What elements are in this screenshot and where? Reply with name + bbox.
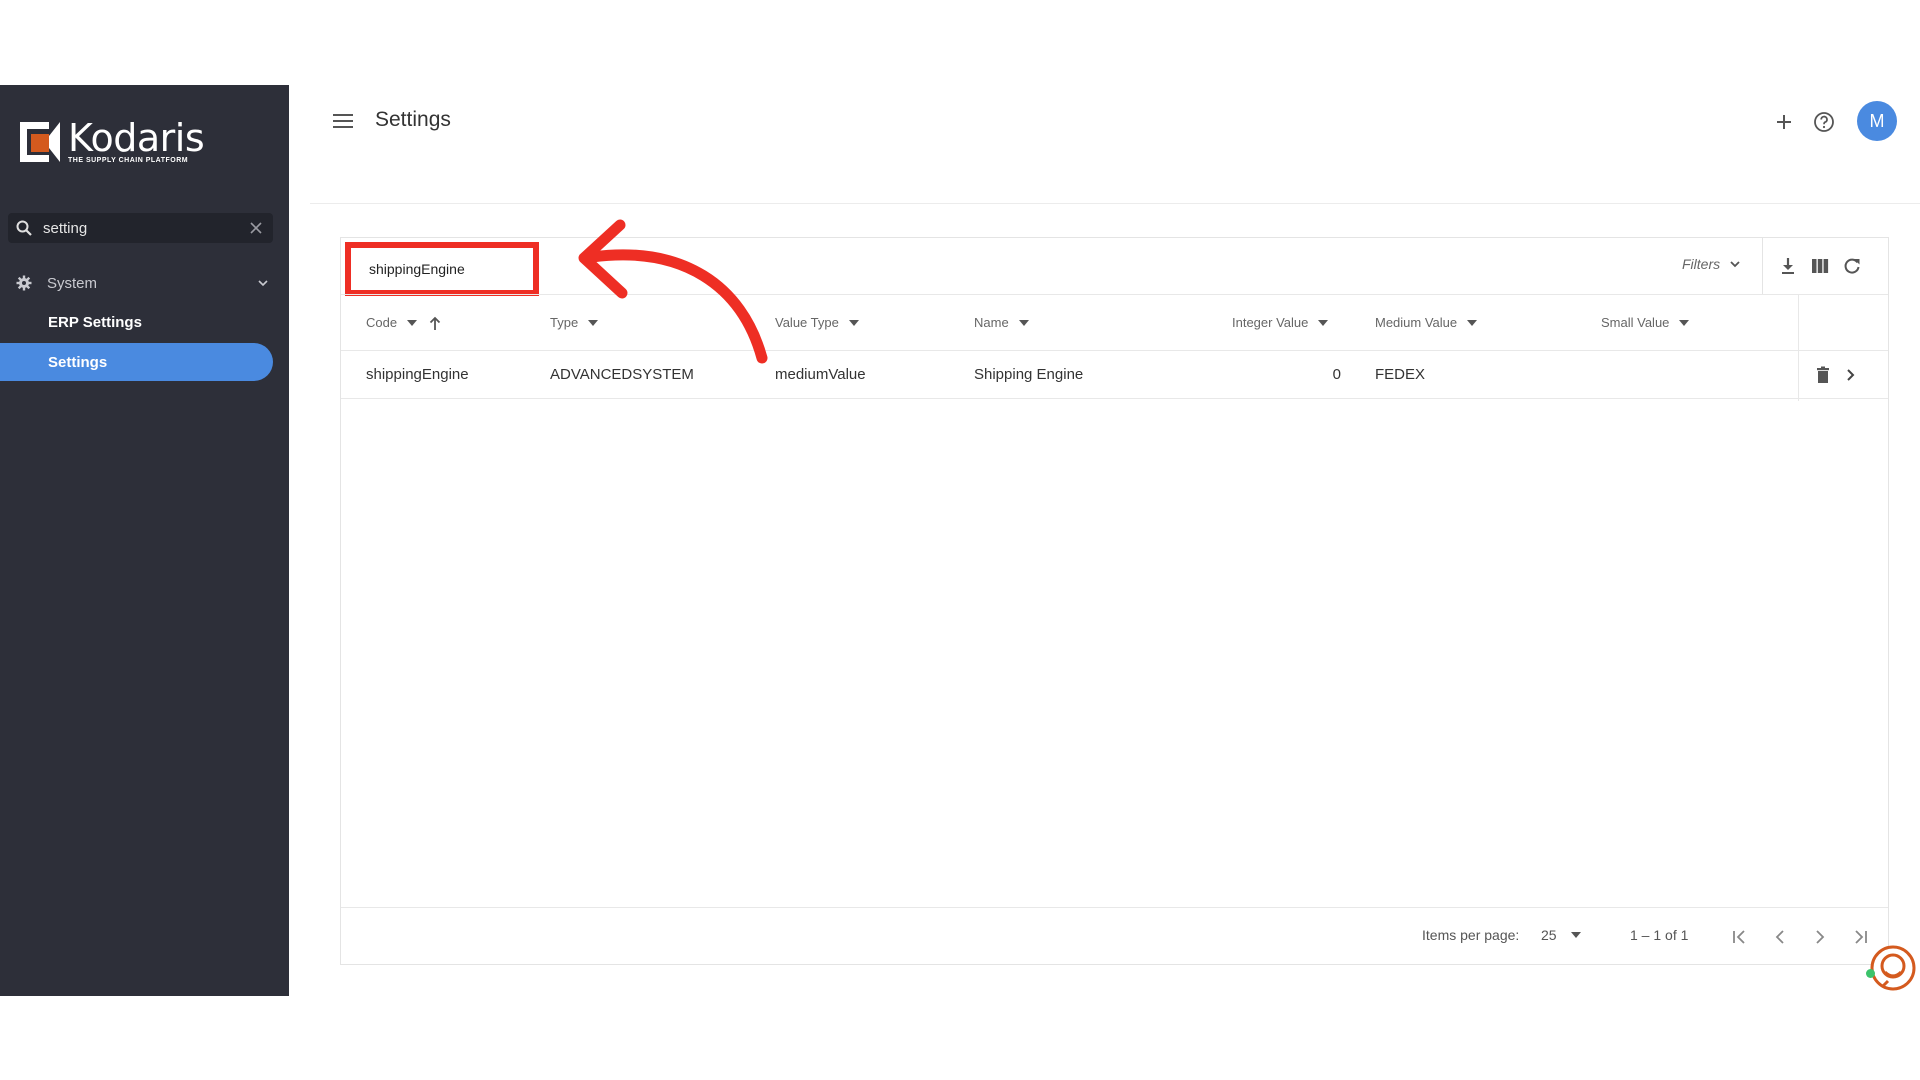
sidebar-item-settings[interactable]: Settings — [0, 343, 273, 381]
next-page-icon[interactable] — [1810, 927, 1830, 947]
filters-label: Filters — [1682, 256, 1721, 272]
menu-icon[interactable] — [333, 113, 353, 129]
logo-text: Kodaris THE SUPPLY CHAIN PLATFORM — [68, 116, 205, 164]
arrow-up-icon — [429, 316, 441, 330]
sidebar: Kodaris THE SUPPLY CHAIN PLATFORM settin… — [0, 85, 289, 996]
cell-code: shippingEngine — [366, 366, 469, 383]
sort-caret-icon — [1467, 319, 1478, 326]
kodaris-logo[interactable]: Kodaris THE SUPPLY CHAIN PLATFORM — [18, 116, 205, 164]
column-header-label: Name — [974, 315, 1009, 330]
chevron-down-icon — [1730, 261, 1740, 268]
chat-icon[interactable] — [1870, 945, 1916, 991]
sidebar-search[interactable]: setting — [8, 213, 273, 243]
items-per-page-value: 25 — [1541, 927, 1557, 943]
sort-caret-icon — [1570, 932, 1581, 938]
column-header-integer-value[interactable]: Integer Value — [1232, 315, 1329, 330]
cell-integer-value: 0 — [1332, 366, 1341, 383]
help-icon[interactable] — [1813, 111, 1835, 133]
column-header-value-type[interactable]: Value Type — [775, 315, 859, 330]
sidebar-group-label: System — [47, 274, 98, 292]
sidebar-item-label: ERP Settings — [48, 313, 142, 331]
download-icon[interactable] — [1778, 256, 1798, 276]
toolbar-divider — [1762, 238, 1763, 294]
last-page-icon[interactable] — [1850, 927, 1870, 947]
sort-caret-icon — [1318, 319, 1329, 326]
plus-icon[interactable] — [1773, 111, 1795, 133]
actions-column-divider — [1798, 294, 1799, 401]
column-header-small-value[interactable]: Small Value — [1601, 315, 1690, 330]
chevron-right-icon[interactable] — [1841, 365, 1861, 385]
sidebar-item-erp-settings[interactable]: ERP Settings — [0, 303, 273, 341]
column-header-label: Code — [366, 315, 398, 330]
sort-caret-icon — [1018, 319, 1029, 326]
items-per-page-label: Items per page: — [1422, 927, 1520, 943]
annotation-arrow-icon — [578, 219, 768, 364]
column-header-name[interactable]: Name — [974, 315, 1029, 330]
cell-name: Shipping Engine — [974, 366, 1084, 383]
cell-medium-value: FEDEX — [1375, 366, 1426, 383]
first-page-icon[interactable] — [1730, 927, 1750, 947]
page-title: Settings — [375, 108, 451, 131]
sort-caret-icon — [848, 319, 859, 326]
sort-caret-icon — [1679, 319, 1690, 326]
header-divider — [310, 203, 1920, 204]
code-filter-input[interactable]: shippingEngine — [345, 242, 539, 296]
cell-value-type: mediumValue — [775, 366, 866, 383]
delete-icon[interactable] — [1813, 365, 1833, 385]
logo-tagline: THE SUPPLY CHAIN PLATFORM — [68, 157, 189, 164]
footer-divider — [341, 907, 1888, 908]
previous-page-icon[interactable] — [1770, 927, 1790, 947]
sidebar-group-system[interactable]: System — [0, 265, 289, 301]
column-header-label: Small Value — [1601, 315, 1670, 330]
items-per-page-select[interactable]: 25 — [1541, 927, 1581, 943]
online-status-dot — [1866, 969, 1875, 978]
row-bottom-border — [341, 398, 1888, 399]
search-icon — [16, 220, 32, 236]
page-range: 1 – 1 of 1 — [1630, 927, 1689, 943]
chevron-down-icon — [258, 280, 268, 287]
search-input[interactable]: setting — [43, 220, 249, 237]
kodaris-logo-icon — [20, 121, 60, 162]
cell-type: ADVANCEDSYSTEM — [550, 366, 694, 383]
sort-caret-icon — [407, 319, 418, 326]
close-icon[interactable] — [249, 221, 263, 235]
logo-name: Kodaris — [68, 116, 205, 160]
column-header-label: Medium Value — [1375, 315, 1458, 330]
filters-dropdown[interactable]: Filters — [1682, 256, 1742, 272]
column-header-label: Value Type — [775, 315, 839, 330]
column-header-label: Integer Value — [1232, 315, 1309, 330]
column-header-code[interactable]: Code — [366, 315, 441, 330]
avatar[interactable]: M — [1857, 101, 1897, 141]
refresh-icon[interactable] — [1842, 256, 1862, 276]
columns-icon[interactable] — [1810, 256, 1830, 276]
column-header-medium-value[interactable]: Medium Value — [1375, 315, 1478, 330]
gear-icon — [16, 275, 32, 291]
sidebar-item-label: Settings — [48, 353, 108, 371]
